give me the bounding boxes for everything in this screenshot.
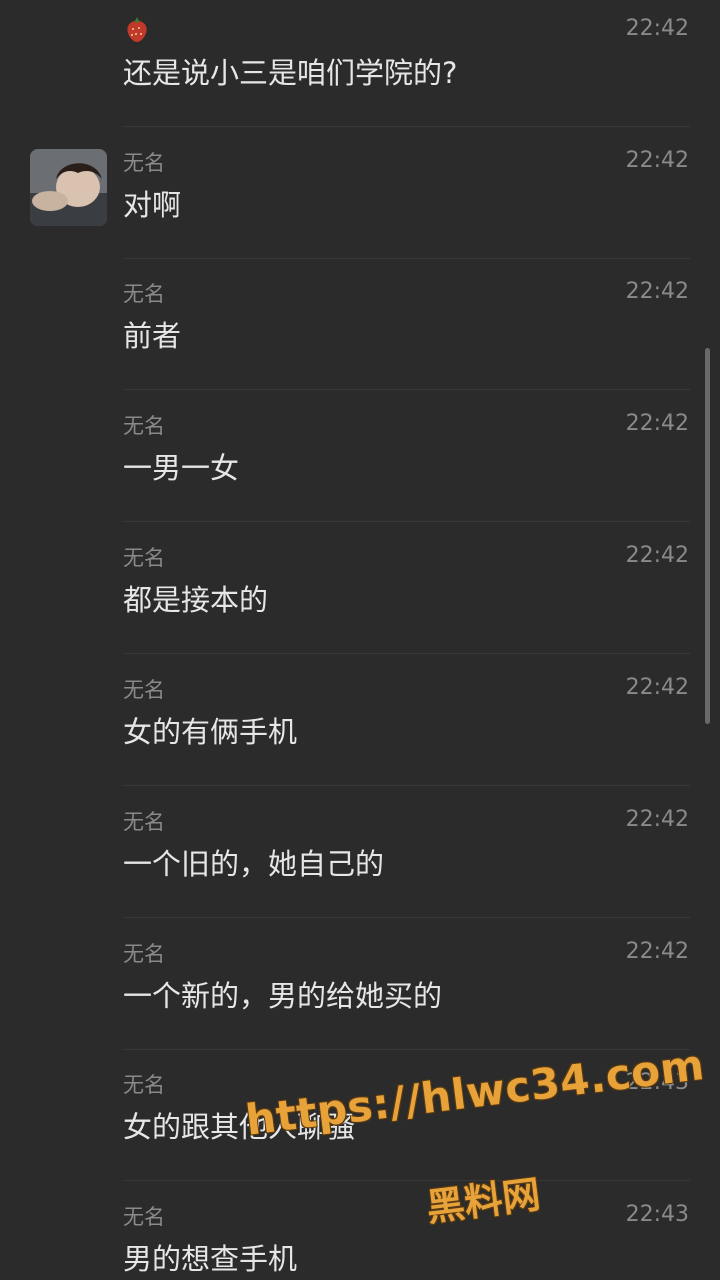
scrollbar[interactable] <box>705 348 710 724</box>
message-text: 一个新的，男的给她买的 <box>123 979 443 1013</box>
sender-name: 无名 <box>123 151 165 175</box>
sender-name: 无名 <box>123 1073 165 1097</box>
avatar[interactable] <box>30 149 107 226</box>
sender-name: 无名 <box>123 546 165 570</box>
message-time: 22:42 <box>625 543 689 568</box>
message-item[interactable]: 无名 22:42 一个旧的，她自己的 <box>0 786 720 918</box>
message-time: 22:42 <box>625 279 689 304</box>
message-text: 男的想查手机 <box>123 1242 298 1276</box>
message-time: 22:42 <box>625 807 689 832</box>
sender-name: 无名 <box>123 282 165 306</box>
message-time: 22:42 <box>625 411 689 436</box>
message-item[interactable]: 无名 22:42 女的有俩手机 <box>0 654 720 786</box>
message-text: 女的有俩手机 <box>123 715 298 749</box>
message-text: 一个旧的，她自己的 <box>123 847 385 881</box>
message-item[interactable]: 无名 22:42 一个新的，男的给她买的 <box>0 918 720 1050</box>
message-text: 前者 <box>123 319 182 353</box>
message-time: 22:42 <box>625 939 689 964</box>
message-item[interactable]: 22:42 还是说小三是咱们学院的? <box>0 0 720 127</box>
message-text: 一男一女 <box>123 451 240 485</box>
message-item[interactable]: 无名 22:42 对啊 <box>0 127 720 259</box>
message-item[interactable]: 无名 22:42 都是接本的 <box>0 522 720 654</box>
message-text: 对啊 <box>123 188 182 222</box>
chat-list[interactable]: 22:42 还是说小三是咱们学院的? 无名 22:42 对啊 无名 22:42 … <box>0 0 720 1280</box>
sender-name: 无名 <box>123 810 165 834</box>
sender-name: 无名 <box>123 678 165 702</box>
message-time: 22:42 <box>625 16 689 41</box>
message-time: 22:42 <box>625 148 689 173</box>
message-item[interactable]: 无名 22:43 男的想查手机 <box>0 1181 720 1280</box>
strawberry-icon <box>127 17 147 42</box>
message-item[interactable]: 无名 22:42 一男一女 <box>0 390 720 522</box>
message-item[interactable]: 无名 22:42 前者 <box>0 258 720 390</box>
sender-name: 无名 <box>123 414 165 438</box>
message-text: 都是接本的 <box>123 583 269 617</box>
message-time: 22:43 <box>625 1202 689 1227</box>
sender-name: 无名 <box>123 1205 165 1229</box>
message-text: 还是说小三是咱们学院的? <box>123 56 458 90</box>
sender-name: 无名 <box>123 942 165 966</box>
message-time: 22:42 <box>625 675 689 700</box>
avatar-image <box>30 149 107 226</box>
